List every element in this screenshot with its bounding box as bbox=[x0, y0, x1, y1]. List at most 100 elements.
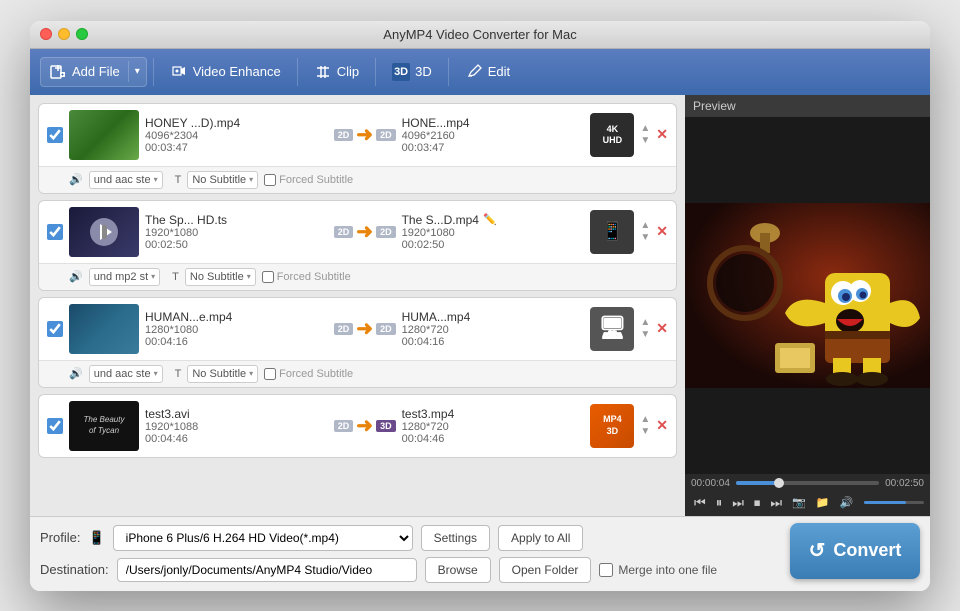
preview-panel: Preview bbox=[685, 95, 930, 516]
minimize-button[interactable] bbox=[58, 28, 70, 40]
progress-track[interactable] bbox=[736, 481, 879, 485]
folder-button[interactable]: 📁 bbox=[813, 495, 833, 510]
file-3-close[interactable]: ✕ bbox=[656, 320, 668, 337]
file-3-output-time: 00:04:16 bbox=[402, 336, 585, 348]
video-enhance-label: Video Enhance bbox=[193, 64, 281, 79]
audio-dropdown-arrow: ▾ bbox=[154, 175, 158, 184]
file-1-scroll: ▲ ▼ bbox=[640, 124, 650, 146]
open-folder-button[interactable]: Open Folder bbox=[499, 557, 592, 583]
fast-forward-button[interactable]: ⏭ bbox=[729, 494, 747, 512]
browse-button[interactable]: Browse bbox=[425, 557, 491, 583]
3d-button[interactable]: 3D 3D bbox=[382, 58, 442, 86]
file-2-name: The Sp... HD.ts bbox=[145, 213, 328, 227]
destination-input[interactable] bbox=[117, 558, 417, 582]
title-bar: AnyMP4 Video Converter for Mac bbox=[30, 21, 930, 49]
volume-button[interactable]: 🔊 bbox=[837, 495, 857, 510]
play-button[interactable]: ⏸ bbox=[713, 494, 726, 512]
file-3-format-badge: 🖥 bbox=[590, 307, 634, 351]
skip-back-button[interactable]: ⏮ bbox=[691, 494, 709, 512]
file-2-scroll-down[interactable]: ▼ bbox=[640, 233, 650, 243]
file-3-badge-2d-in: 2D bbox=[334, 323, 354, 335]
file-2-badge-2d-in: 2D bbox=[334, 226, 354, 238]
file-2-subtitle-select[interactable]: No Subtitle ▾ bbox=[185, 268, 256, 286]
file-1-close[interactable]: ✕ bbox=[656, 126, 668, 143]
edit-button[interactable]: Edit bbox=[455, 58, 520, 86]
file-item-3-top: HUMAN...e.mp4 1280*1080 00:04:16 2D ➜ 2D… bbox=[39, 298, 676, 360]
video-enhance-button[interactable]: Video Enhance bbox=[160, 58, 291, 86]
apply-to-all-button[interactable]: Apply to All bbox=[498, 525, 583, 551]
forced-sub-2-checkbox[interactable] bbox=[262, 271, 274, 283]
window-title: AnyMP4 Video Converter for Mac bbox=[383, 27, 576, 42]
file-2-audio-select[interactable]: und mp2 st ▾ bbox=[89, 268, 160, 286]
file-1-scroll-down[interactable]: ▼ bbox=[640, 136, 650, 146]
file-1-subtitle-select[interactable]: No Subtitle ▾ bbox=[187, 171, 258, 189]
3d-label: 3D bbox=[415, 64, 432, 79]
profile-select[interactable]: iPhone 6 Plus/6 H.264 HD Video(*.mp4) bbox=[113, 525, 413, 551]
file-3-output-name: HUMA...mp4 bbox=[402, 310, 585, 324]
toolbar-divider-4 bbox=[448, 58, 449, 86]
file-4-scroll-down[interactable]: ▼ bbox=[640, 427, 650, 437]
file-2-output-name: The S...D.mp4 ✏️ bbox=[402, 213, 585, 227]
file-2-close[interactable]: ✕ bbox=[656, 223, 668, 240]
file-1-checkbox[interactable] bbox=[47, 127, 63, 143]
maximize-button[interactable] bbox=[76, 28, 88, 40]
add-file-main[interactable]: Add File bbox=[41, 58, 128, 86]
file-3-scroll-down[interactable]: ▼ bbox=[640, 330, 650, 340]
file-1-output-info: HONE...mp4 4096*2160 00:03:47 bbox=[402, 116, 585, 154]
file-2-arrow-icon: ➜ bbox=[356, 219, 373, 244]
close-button[interactable] bbox=[40, 28, 52, 40]
file-1-scroll-up[interactable]: ▲ bbox=[640, 124, 650, 134]
file-4-arrow-icon: ➜ bbox=[356, 413, 373, 438]
file-2-arrow: 2D ➜ 2D bbox=[334, 219, 396, 244]
file-1-badge-2d-out: 2D bbox=[376, 129, 396, 141]
progress-fill bbox=[736, 481, 779, 485]
file-1-bottom: 🔊 und aac ste ▾ T No Subtitle ▾ Forced S… bbox=[39, 166, 676, 193]
bottom-area: Profile: 📱 iPhone 6 Plus/6 H.264 HD Vide… bbox=[30, 516, 930, 591]
volume-bar[interactable] bbox=[864, 501, 924, 504]
file-2-info: The Sp... HD.ts 1920*1080 00:02:50 bbox=[145, 213, 328, 251]
file-2-checkbox[interactable] bbox=[47, 224, 63, 240]
forced-sub-3-checkbox[interactable] bbox=[264, 368, 276, 380]
next-button[interactable]: ⏭ bbox=[767, 494, 785, 512]
file-1-audio-select[interactable]: und aac ste ▾ bbox=[89, 171, 163, 189]
destination-label: Destination: bbox=[40, 562, 109, 577]
merge-checkbox[interactable] bbox=[599, 563, 613, 577]
file-3-arrow: 2D ➜ 2D bbox=[334, 316, 396, 341]
convert-icon: ↺ bbox=[809, 538, 826, 563]
preview-label: Preview bbox=[685, 95, 930, 118]
settings-button[interactable]: Settings bbox=[421, 525, 490, 551]
file-item-2: The Sp... HD.ts 1920*1080 00:02:50 2D ➜ … bbox=[38, 200, 677, 291]
main-window: AnyMP4 Video Converter for Mac Add File bbox=[30, 21, 930, 591]
progress-thumb[interactable] bbox=[774, 478, 784, 488]
screenshot-button[interactable]: 📷 bbox=[789, 495, 809, 510]
file-4-checkbox[interactable] bbox=[47, 418, 63, 434]
toolbar-divider-1 bbox=[153, 58, 154, 86]
file-1-output-name: HONE...mp4 bbox=[402, 116, 585, 130]
file-2-scroll-up[interactable]: ▲ bbox=[640, 221, 650, 231]
file-4-thumbnail: The Beautyof Tycan bbox=[69, 401, 139, 451]
file-3-audio-select[interactable]: und aac ste ▾ bbox=[89, 365, 163, 383]
file-4-close[interactable]: ✕ bbox=[656, 417, 668, 434]
add-file-button[interactable]: Add File ▾ bbox=[40, 57, 147, 87]
audio-icon: 🔊 bbox=[69, 173, 83, 186]
file-3-name: HUMAN...e.mp4 bbox=[145, 310, 328, 324]
file-3-checkbox[interactable] bbox=[47, 321, 63, 337]
file-4-scroll-up[interactable]: ▲ bbox=[640, 415, 650, 425]
forced-sub-checkbox[interactable] bbox=[264, 174, 276, 186]
file-3-scroll: ▲ ▼ bbox=[640, 318, 650, 340]
file-1-size: 4096*2304 bbox=[145, 130, 328, 142]
file-4-badge-3d-out: 3D bbox=[376, 420, 396, 432]
file-2-edit-icon[interactable]: ✏️ bbox=[483, 213, 497, 226]
file-3-output-size: 1280*720 bbox=[402, 324, 585, 336]
add-file-dropdown[interactable]: ▾ bbox=[128, 61, 146, 82]
file-4-output-name: test3.mp4 bbox=[402, 407, 585, 421]
convert-button[interactable]: ↺ Convert bbox=[790, 523, 920, 579]
clip-button[interactable]: Clip bbox=[304, 58, 369, 86]
file-2-output-time: 00:02:50 bbox=[402, 239, 585, 251]
add-file-icon bbox=[49, 63, 67, 81]
main-content: HONEY ...D).mp4 4096*2304 00:03:47 2D ➜ … bbox=[30, 95, 930, 516]
file-3-subtitle-select[interactable]: No Subtitle ▾ bbox=[187, 365, 258, 383]
stop-button[interactable]: ⏹ bbox=[751, 494, 764, 512]
file-3-scroll-up[interactable]: ▲ bbox=[640, 318, 650, 328]
file-4-output-info: test3.mp4 1280*720 00:04:46 bbox=[402, 407, 585, 445]
